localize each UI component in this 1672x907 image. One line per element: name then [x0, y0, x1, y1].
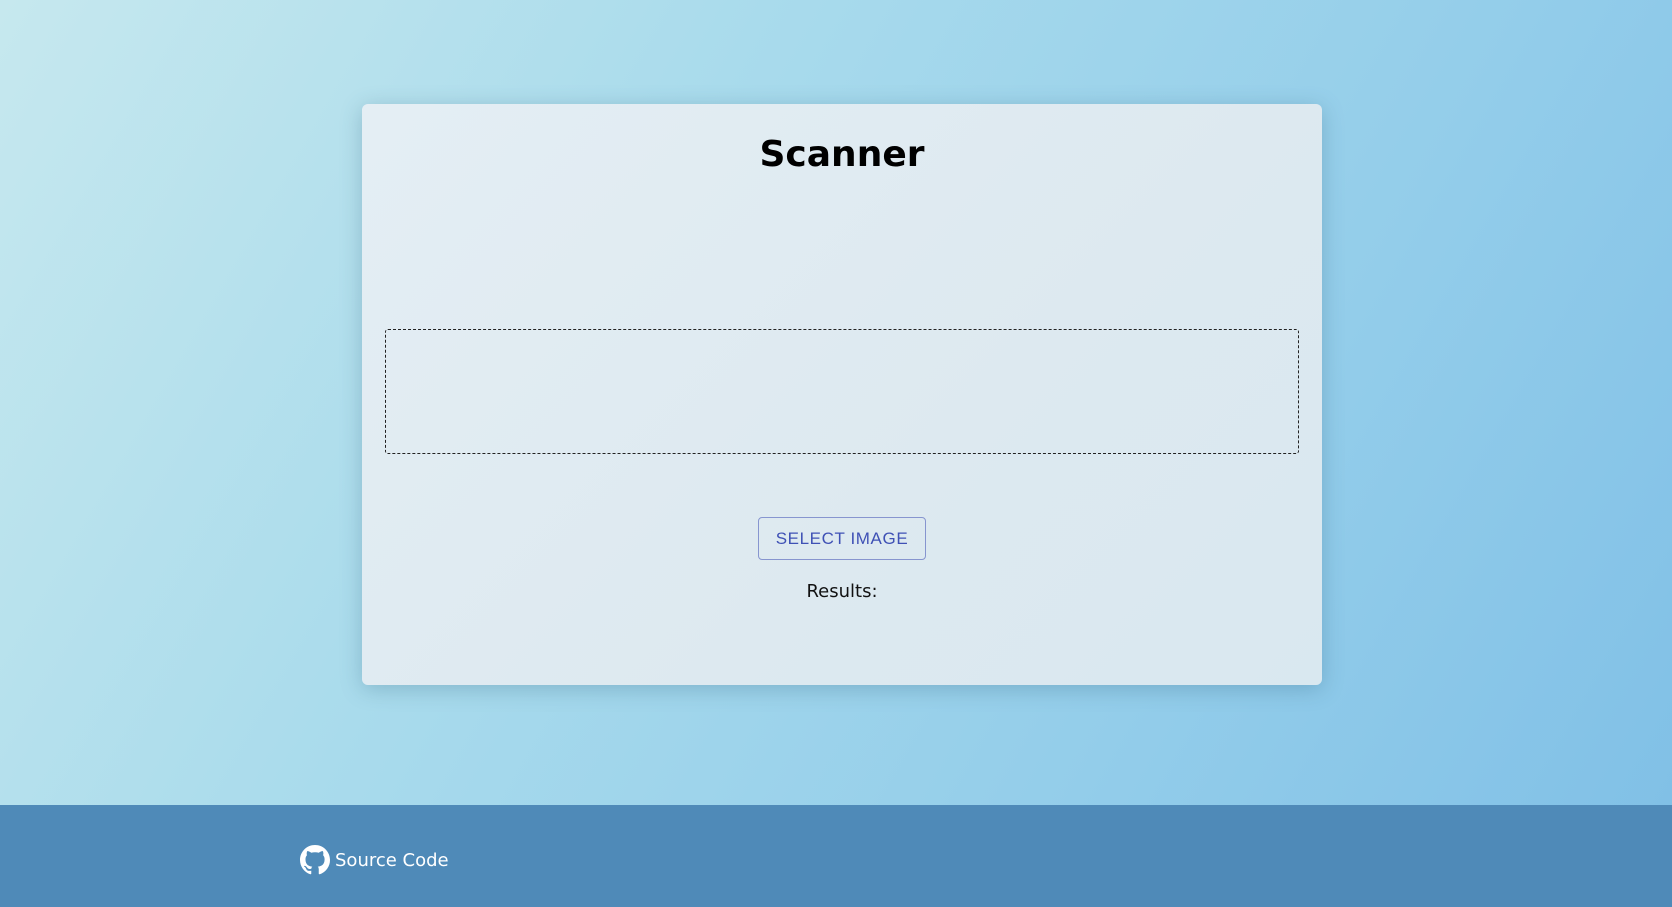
- select-image-button[interactable]: SELECT IMAGE: [758, 517, 926, 560]
- github-icon: [300, 845, 330, 875]
- source-code-link[interactable]: Source Code: [300, 845, 449, 875]
- image-drop-zone[interactable]: [385, 329, 1299, 454]
- results-label: Results:: [806, 581, 878, 602]
- page-title: Scanner: [759, 134, 925, 175]
- source-code-label: Source Code: [335, 849, 449, 871]
- footer: Source Code: [0, 805, 1672, 907]
- scanner-card: Scanner SELECT IMAGE Results:: [362, 104, 1322, 685]
